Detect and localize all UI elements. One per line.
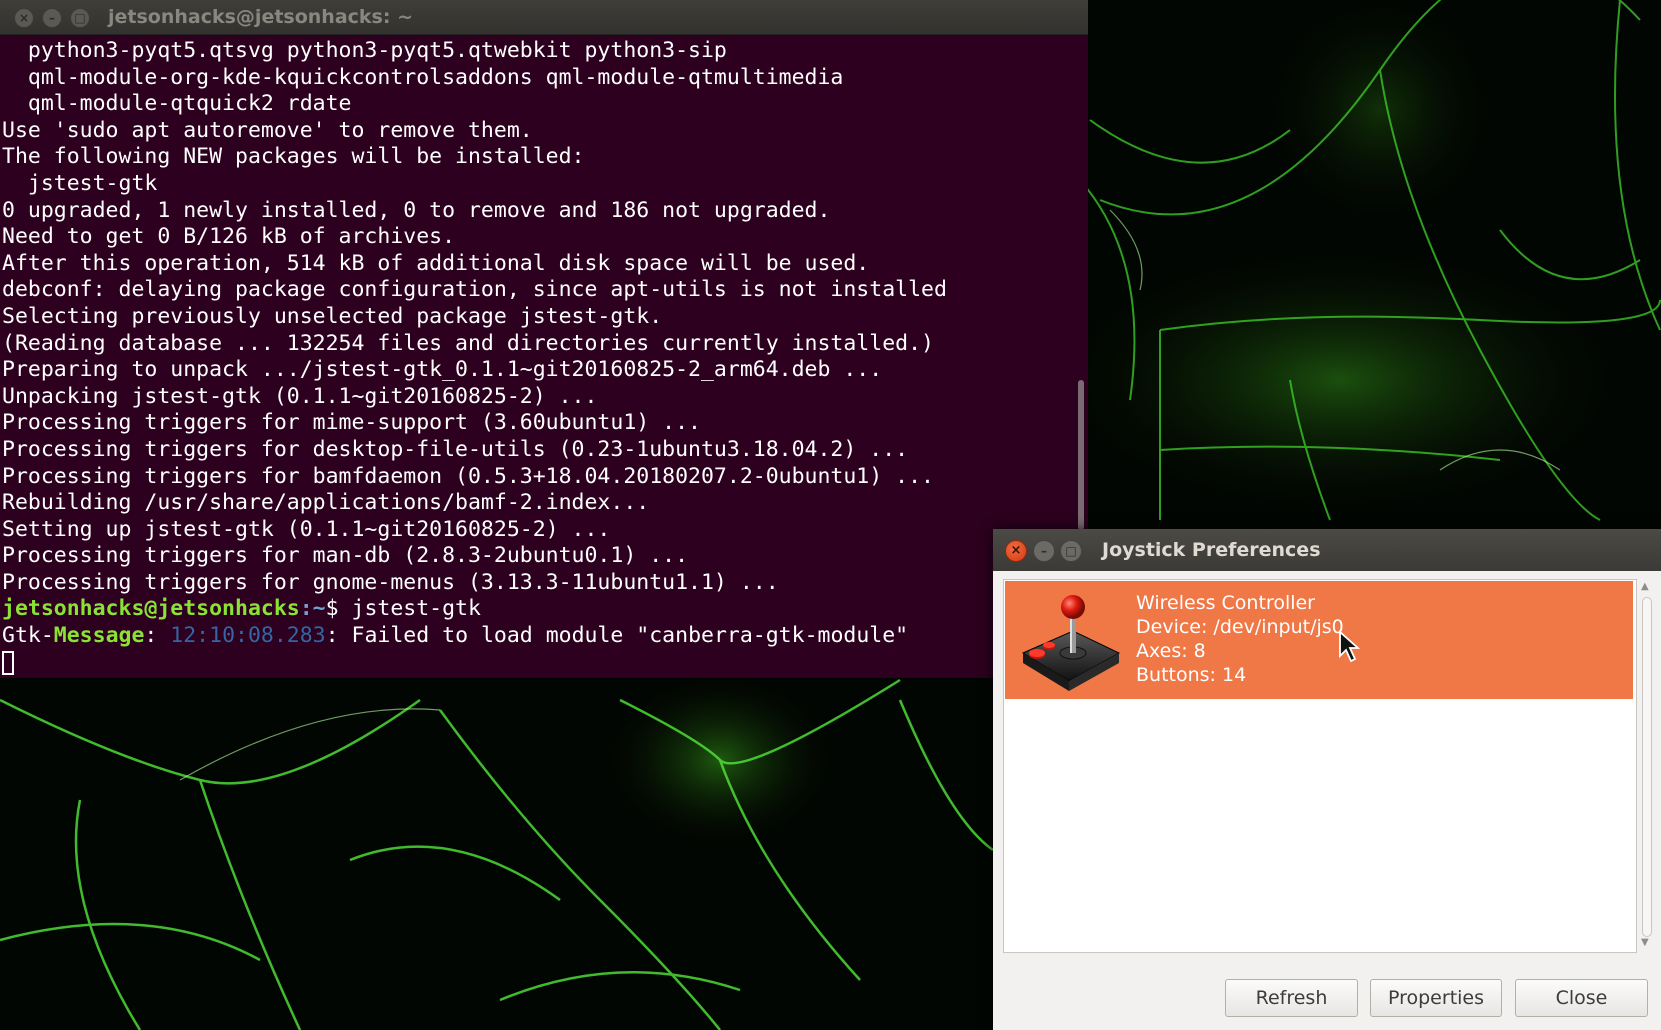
terminal-line: Processing triggers for mime-support (3.… — [2, 410, 701, 436]
mouse-pointer-icon — [1339, 630, 1360, 663]
terminal-line: jstest-gtk — [2, 170, 158, 196]
terminal-line: Unpacking jstest-gtk (0.1.1~git20160825-… — [2, 383, 598, 409]
terminal-line: Processing triggers for bamfdaemon (0.5.… — [2, 463, 934, 489]
terminal-title: jetsonhacks@jetsonhacks: ~ — [108, 6, 413, 28]
properties-button[interactable]: Properties — [1370, 979, 1502, 1017]
terminal-window[interactable]: × – □ jetsonhacks@jetsonhacks: ~ python3… — [0, 0, 1088, 678]
terminal-titlebar[interactable]: × – □ jetsonhacks@jetsonhacks: ~ — [0, 0, 1088, 35]
terminal-output[interactable]: python3-pyqt5.qtsvg python3-pyqt5.qtwebk… — [2, 38, 1077, 677]
terminal-close-button[interactable]: × — [14, 8, 34, 28]
terminal-line: debconf: delaying package configuration,… — [2, 277, 947, 303]
terminal-line: Processing triggers for man-db (2.8.3-2u… — [2, 543, 689, 569]
device-list-item[interactable]: Wireless Controller Device: /dev/input/j… — [1005, 581, 1633, 699]
dialog-minimize-icon[interactable]: – — [1033, 540, 1055, 562]
terminal-cursor-line — [2, 650, 1077, 677]
close-button[interactable]: Close — [1515, 979, 1648, 1017]
dialog-maximize-icon[interactable]: □ — [1060, 540, 1082, 562]
terminal-line: The following NEW packages will be insta… — [2, 144, 585, 170]
terminal-minimize-button[interactable]: – — [42, 8, 62, 28]
joystick-preferences-dialog[interactable]: × – □ Joystick Preferences Wireless Cont… — [993, 529, 1661, 1030]
refresh-button[interactable]: Refresh — [1225, 979, 1358, 1017]
terminal-line: 0 upgraded, 1 newly installed, 0 to remo… — [2, 197, 831, 223]
terminal-line: Need to get 0 B/126 kB of archives. — [2, 224, 456, 250]
terminal-line: qml-module-org-kde-kquickcontrolsaddons … — [2, 64, 844, 90]
terminal-line: Preparing to unpack .../jstest-gtk_0.1.1… — [2, 357, 883, 383]
dialog-close-icon[interactable]: × — [1005, 540, 1027, 562]
terminal-maximize-button[interactable]: □ — [70, 8, 90, 28]
device-list[interactable]: Wireless Controller Device: /dev/input/j… — [1003, 579, 1637, 953]
terminal-line: Use 'sudo apt autoremove' to remove them… — [2, 117, 533, 143]
terminal-prompt-user: jetsonhacks@jetsonhacks — [2, 596, 300, 622]
scrollbar-track[interactable] — [1642, 597, 1652, 937]
device-axes: Axes: 8 — [1136, 640, 1206, 662]
terminal-line: Processing triggers for gnome-menus (3.1… — [2, 569, 779, 595]
device-name: Wireless Controller — [1136, 592, 1315, 614]
gtk-timestamp: 12:10:08.283 — [170, 623, 326, 649]
gtk-message-text: : Failed to load module "canberra-gtk-mo… — [325, 623, 909, 649]
terminal-scrollbar[interactable] — [1078, 380, 1084, 530]
gtk-prefix-b: Message — [53, 623, 145, 649]
device-path: Device: /dev/input/js0 — [1136, 616, 1344, 638]
terminal-cursor[interactable] — [2, 650, 14, 675]
terminal-line: Setting up jstest-gtk (0.1.1~git20160825… — [2, 516, 611, 542]
terminal-line: Selecting previously unselected package … — [2, 303, 663, 329]
dialog-title: Joystick Preferences — [1102, 539, 1321, 561]
terminal-line: qml-module-qtquick2 rdate — [2, 91, 352, 117]
scroll-down-arrow-icon[interactable]: ▼ — [1641, 937, 1649, 948]
terminal-line: python3-pyqt5.qtsvg python3-pyqt5.qtwebk… — [2, 38, 727, 63]
terminal-line: Rebuilding /usr/share/applications/bamf-… — [2, 490, 650, 516]
gtk-dash: - — [40, 623, 54, 649]
scroll-up-arrow-icon[interactable]: ▲ — [1641, 581, 1649, 592]
device-buttons: Buttons: 14 — [1136, 664, 1247, 686]
device-list-scrollbar[interactable]: ▲ ▼ — [1639, 581, 1653, 951]
terminal-gtk-message-line: Gtk-Message: 12:10:08.283: Failed to loa… — [2, 623, 1077, 650]
terminal-prompt-line: jetsonhacks@jetsonhacks:~$ jstest-gtk — [2, 596, 1077, 623]
gtk-colon: : — [144, 623, 171, 649]
terminal-line: After this operation, 514 kB of addition… — [2, 250, 870, 276]
terminal-line: (Reading database ... 132254 files and d… — [2, 330, 934, 356]
terminal-prompt-symbol: $ — [325, 596, 352, 622]
joystick-icon — [1021, 595, 1121, 691]
gtk-prefix-a: Gtk — [2, 623, 41, 649]
terminal-prompt-path: :~ — [299, 596, 326, 622]
dialog-titlebar[interactable]: × – □ Joystick Preferences — [993, 529, 1661, 571]
terminal-line: Processing triggers for desktop-file-uti… — [2, 436, 909, 462]
terminal-command: jstest-gtk — [351, 596, 481, 622]
